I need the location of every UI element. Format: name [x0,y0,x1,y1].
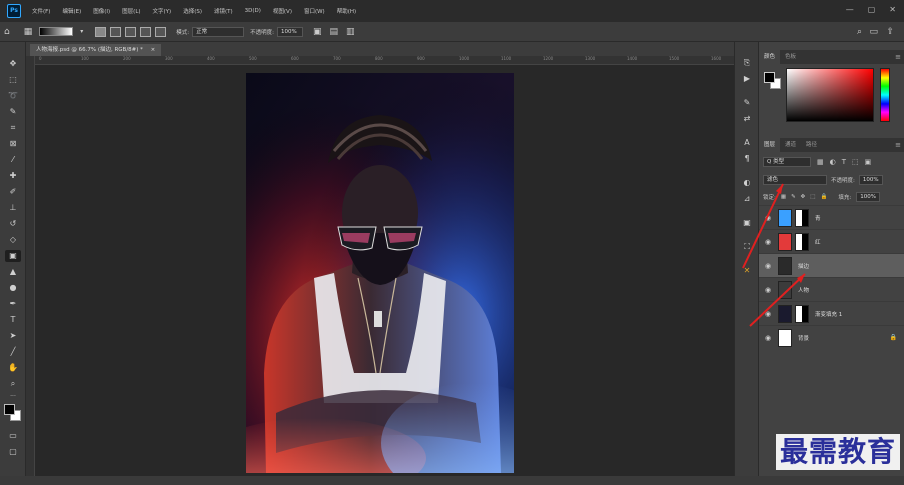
watermark: 最需教育 [776,434,901,470]
status-bar [0,476,904,485]
annotation-arrow-layer [749,273,806,327]
annotation-arrow-blend [742,183,784,269]
arrowhead-icon [776,184,783,194]
annotation-overlay [742,183,806,327]
photoshop-window: Ps 文件(F) 编辑(E) 图像(I) 图层(L) 文字(Y) 选择(S) 滤… [0,0,904,485]
